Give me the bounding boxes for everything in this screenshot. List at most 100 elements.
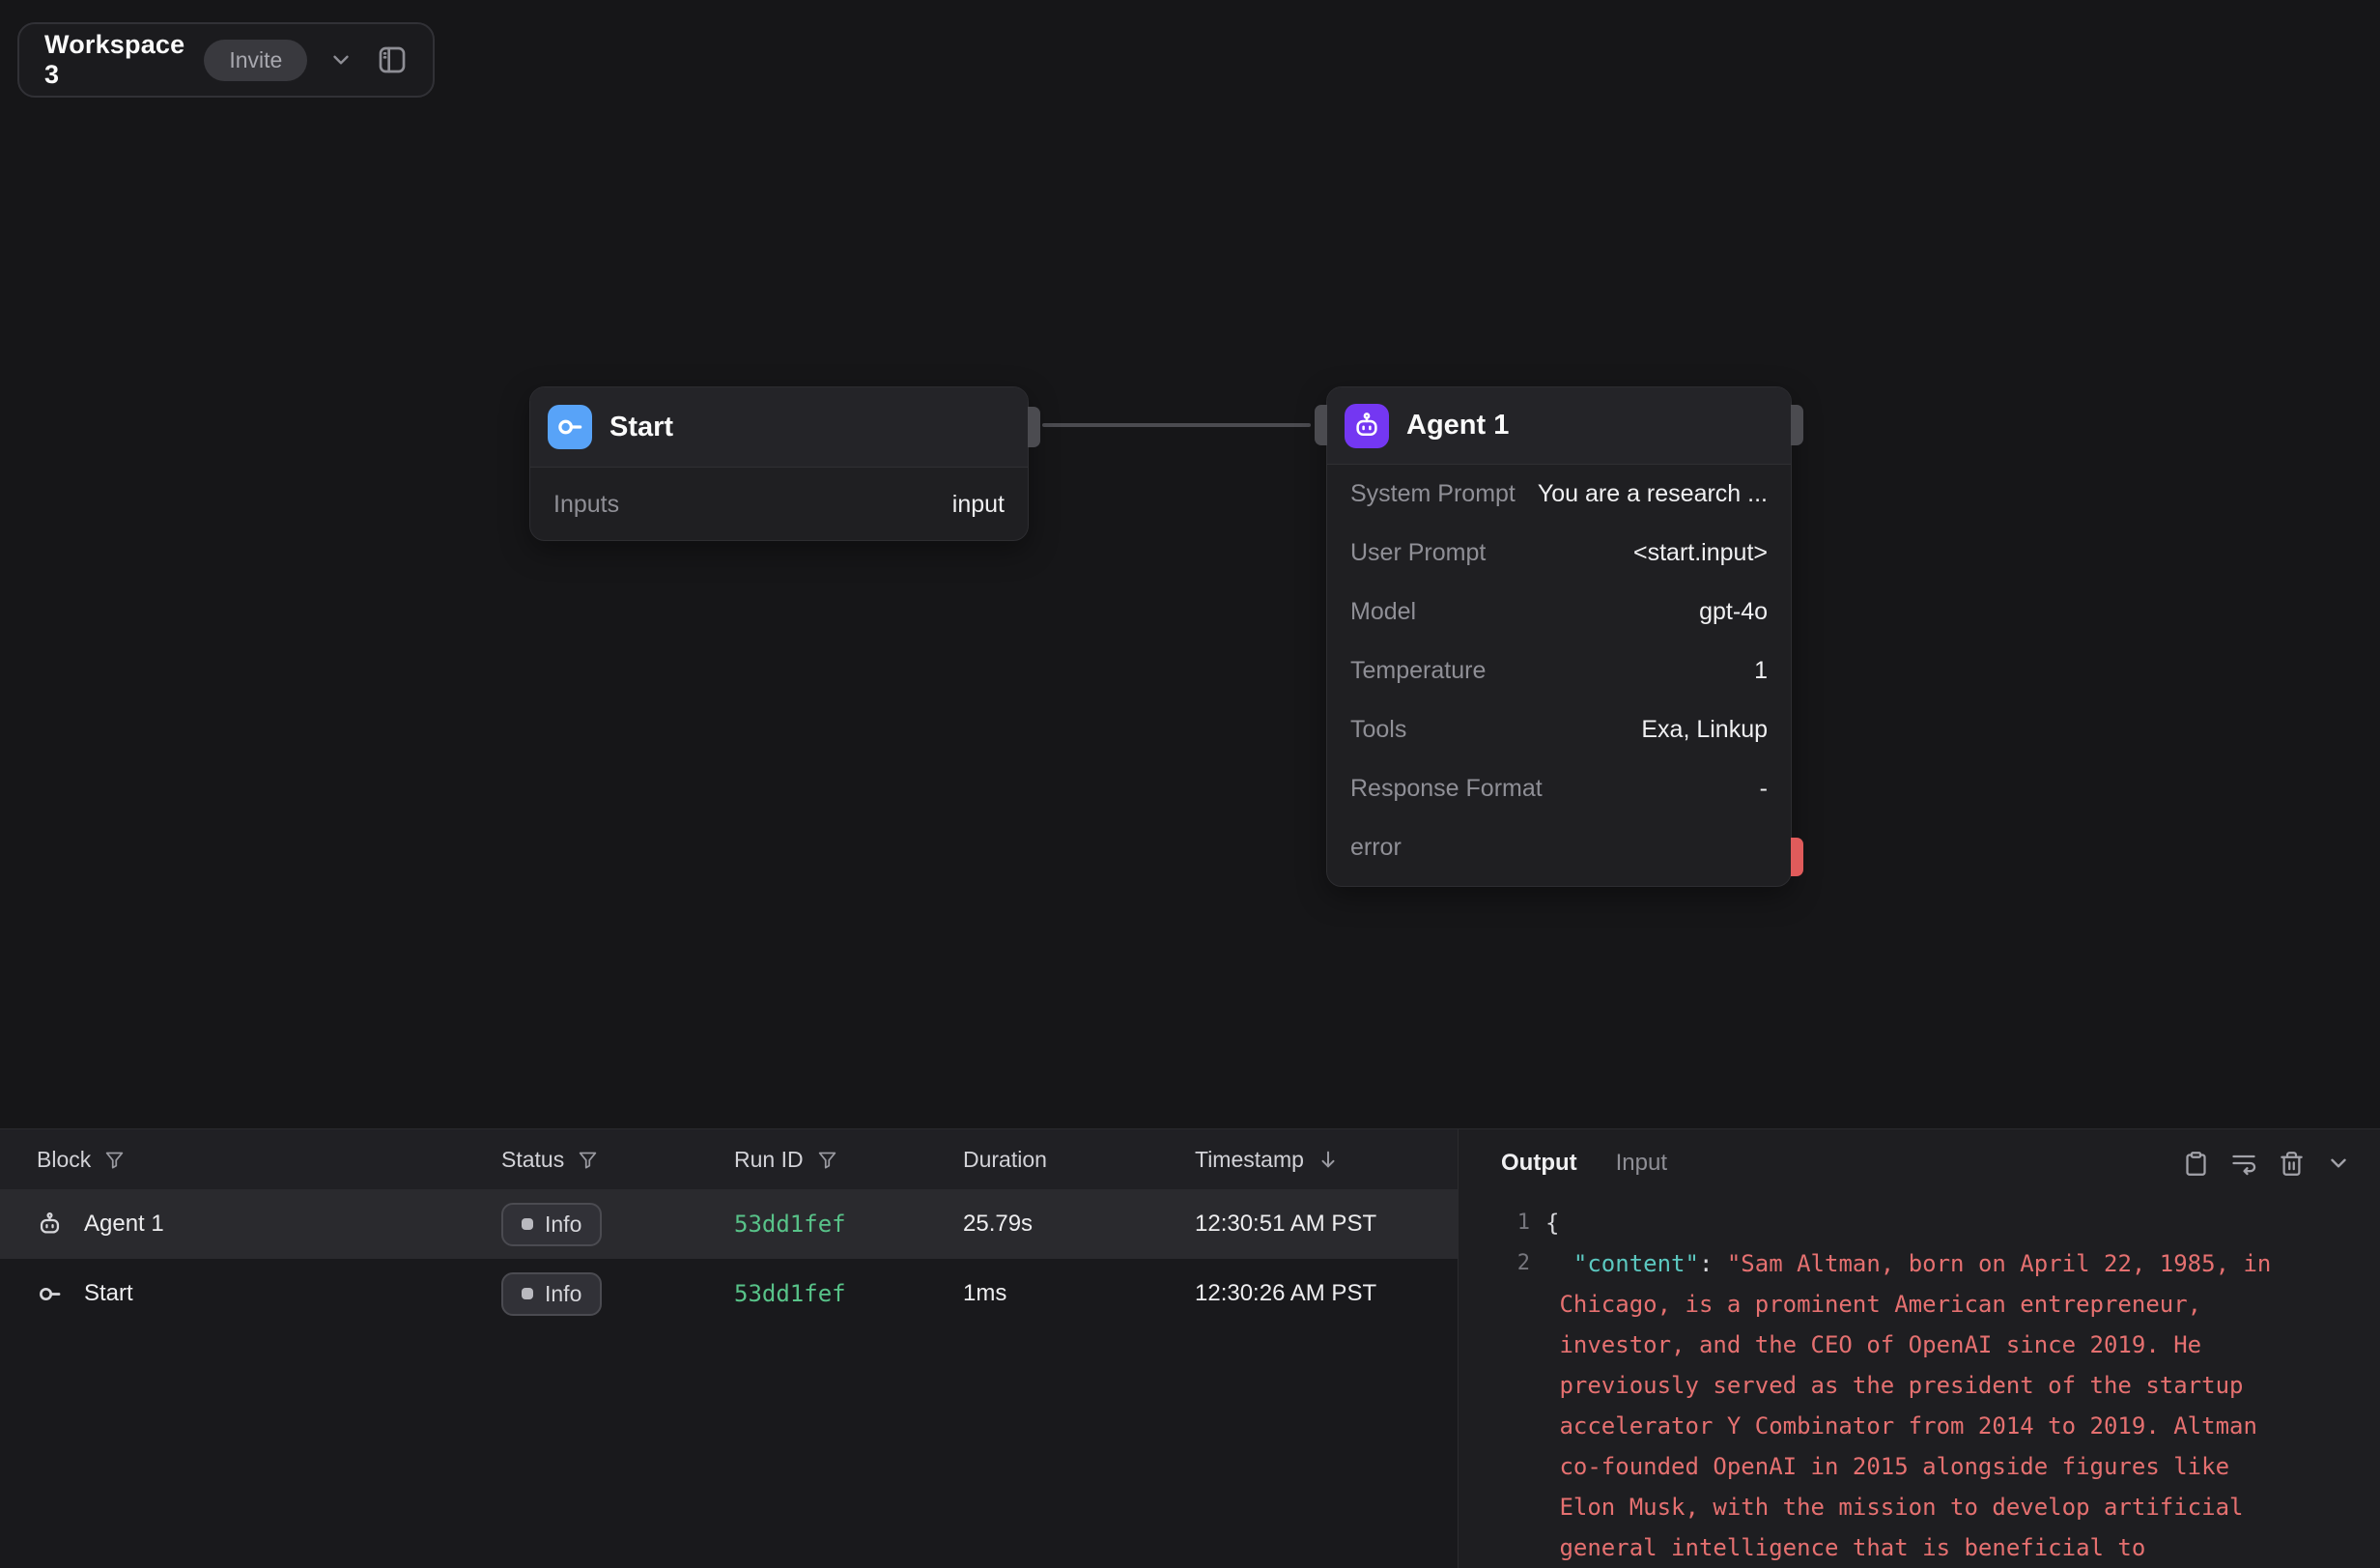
- start-node-header: Start: [530, 387, 1028, 468]
- bot-icon: [1345, 404, 1389, 448]
- table-header: Block Status Run ID: [0, 1129, 1458, 1189]
- copy-icon[interactable]: [2183, 1151, 2209, 1177]
- row-value: 1: [1754, 657, 1768, 685]
- start-node[interactable]: Start Inputs input: [529, 386, 1029, 541]
- agent-node[interactable]: Agent 1 System Prompt You are a research…: [1326, 386, 1792, 887]
- run-id: 53dd1fef: [734, 1280, 963, 1307]
- start-output-handle[interactable]: [1028, 407, 1040, 447]
- col-status-label: Status: [501, 1147, 564, 1173]
- edge-start-to-agent[interactable]: [1042, 423, 1311, 427]
- row-value: -: [1760, 775, 1768, 803]
- agent-node-title: Agent 1: [1406, 410, 1509, 442]
- line-number: 1: [1501, 1203, 1530, 1243]
- workspace-switcher[interactable]: Workspace 3 Invite: [17, 22, 435, 98]
- code-line: co-founded OpenAI in 2015 alongside figu…: [1501, 1446, 2380, 1487]
- output-panel-header: Output Input: [1459, 1129, 2380, 1197]
- row-label: error: [1350, 834, 1402, 862]
- row-value: <start.input>: [1633, 539, 1768, 567]
- agent-row-user-prompt: User Prompt <start.input>: [1327, 524, 1791, 583]
- log-row-agent-1[interactable]: Agent 1 Info 53dd1fef 25.79s 12:30:51 AM…: [0, 1189, 1458, 1259]
- agent-row-response-format: Response Format -: [1327, 759, 1791, 818]
- row-label: Response Format: [1350, 775, 1543, 803]
- panel-left-icon[interactable]: [377, 44, 408, 75]
- duration: 25.79s: [963, 1211, 1195, 1238]
- log-row-start[interactable]: Start Info 53dd1fef 1ms 12:30:26 AM PST: [0, 1259, 1458, 1328]
- status-dot: [522, 1218, 533, 1230]
- status-label: Info: [545, 1281, 581, 1307]
- line-number: [1501, 1446, 1530, 1487]
- row-label: Inputs: [553, 491, 619, 519]
- col-status: Status: [501, 1147, 734, 1173]
- start-node-title: Start: [609, 412, 673, 443]
- code-line: general intelligence that is beneficial …: [1501, 1527, 2380, 1568]
- output-code-viewer: 1 { 2 "content": "Sam Altman, born on Ap…: [1459, 1197, 2380, 1568]
- agent-output-handle[interactable]: [1791, 405, 1803, 445]
- bottom-panel: Block Status Run ID: [0, 1128, 2380, 1568]
- col-block: Block: [37, 1147, 501, 1173]
- agent-row-temperature: Temperature 1: [1327, 641, 1791, 700]
- row-label: System Prompt: [1350, 480, 1516, 508]
- status-label: Info: [545, 1212, 581, 1238]
- workspace-name: Workspace 3: [44, 30, 184, 90]
- tab-output[interactable]: Output: [1501, 1150, 1577, 1177]
- code-line: 1 {: [1501, 1203, 2380, 1243]
- agent-row-system-prompt: System Prompt You are a research ...: [1327, 465, 1791, 524]
- trash-icon[interactable]: [2279, 1151, 2305, 1177]
- agent-input-handle[interactable]: [1315, 405, 1327, 445]
- line-number: [1501, 1365, 1530, 1406]
- line-number: [1501, 1487, 1530, 1527]
- col-block-label: Block: [37, 1147, 91, 1173]
- start-node-row-inputs: Inputs input: [530, 468, 1028, 541]
- filter-icon[interactable]: [817, 1150, 837, 1170]
- output-panel: Output Input: [1459, 1129, 2380, 1568]
- col-duration: Duration: [963, 1147, 1195, 1173]
- row-value: input: [952, 491, 1005, 519]
- line-number: [1501, 1284, 1530, 1325]
- wrap-text-icon[interactable]: [2230, 1150, 2257, 1177]
- row-label: User Prompt: [1350, 539, 1486, 567]
- tab-input[interactable]: Input: [1616, 1150, 1667, 1177]
- invite-button[interactable]: Invite: [204, 40, 307, 81]
- row-label: Temperature: [1350, 657, 1486, 685]
- agent-node-header: Agent 1: [1327, 387, 1791, 465]
- line-number: 2: [1501, 1243, 1530, 1284]
- code-line: accelerator Y Combinator from 2014 to 20…: [1501, 1406, 2380, 1446]
- code-line: Chicago, is a prominent American entrepr…: [1501, 1284, 2380, 1325]
- collapse-chevron-icon[interactable]: [2326, 1151, 2351, 1176]
- agent-row-error: error: [1327, 818, 1791, 877]
- row-value: gpt-4o: [1699, 598, 1768, 626]
- status-dot: [522, 1288, 533, 1299]
- agent-row-tools: Tools Exa, Linkup: [1327, 700, 1791, 759]
- bot-icon: [37, 1212, 63, 1238]
- row-label: Tools: [1350, 716, 1406, 744]
- col-timestamp-label: Timestamp: [1195, 1147, 1304, 1173]
- row-value: You are a research ...: [1538, 480, 1768, 508]
- agent-error-handle[interactable]: [1791, 838, 1803, 876]
- row-label: Model: [1350, 598, 1416, 626]
- code-line: investor, and the CEO of OpenAI since 20…: [1501, 1325, 2380, 1365]
- col-run-id: Run ID: [734, 1147, 963, 1173]
- app-canvas: Workspace 3 Invite Start Inputs input: [0, 0, 2380, 1568]
- col-timestamp: Timestamp: [1195, 1147, 1458, 1173]
- chevron-down-icon[interactable]: [328, 47, 354, 72]
- col-duration-label: Duration: [963, 1147, 1047, 1173]
- col-run-id-label: Run ID: [734, 1147, 804, 1173]
- filter-icon[interactable]: [578, 1150, 598, 1170]
- timestamp: 12:30:51 AM PST: [1195, 1211, 1458, 1238]
- agent-row-model: Model gpt-4o: [1327, 583, 1791, 641]
- duration: 1ms: [963, 1280, 1195, 1307]
- block-name: Agent 1: [84, 1211, 164, 1238]
- status-badge: Info: [501, 1203, 602, 1246]
- status-badge: Info: [501, 1272, 602, 1316]
- code-line: previously served as the president of th…: [1501, 1365, 2380, 1406]
- run-id: 53dd1fef: [734, 1211, 963, 1238]
- filter-icon[interactable]: [104, 1150, 125, 1170]
- timestamp: 12:30:26 AM PST: [1195, 1280, 1458, 1307]
- start-icon: [548, 405, 592, 449]
- run-log-table: Block Status Run ID: [0, 1129, 1459, 1568]
- code-line: 2 "content": "Sam Altman, born on April …: [1501, 1243, 2380, 1284]
- sort-desc-icon[interactable]: [1318, 1149, 1339, 1170]
- line-number: [1501, 1325, 1530, 1365]
- start-icon: [37, 1281, 63, 1307]
- code-line: Elon Musk, with the mission to develop a…: [1501, 1487, 2380, 1527]
